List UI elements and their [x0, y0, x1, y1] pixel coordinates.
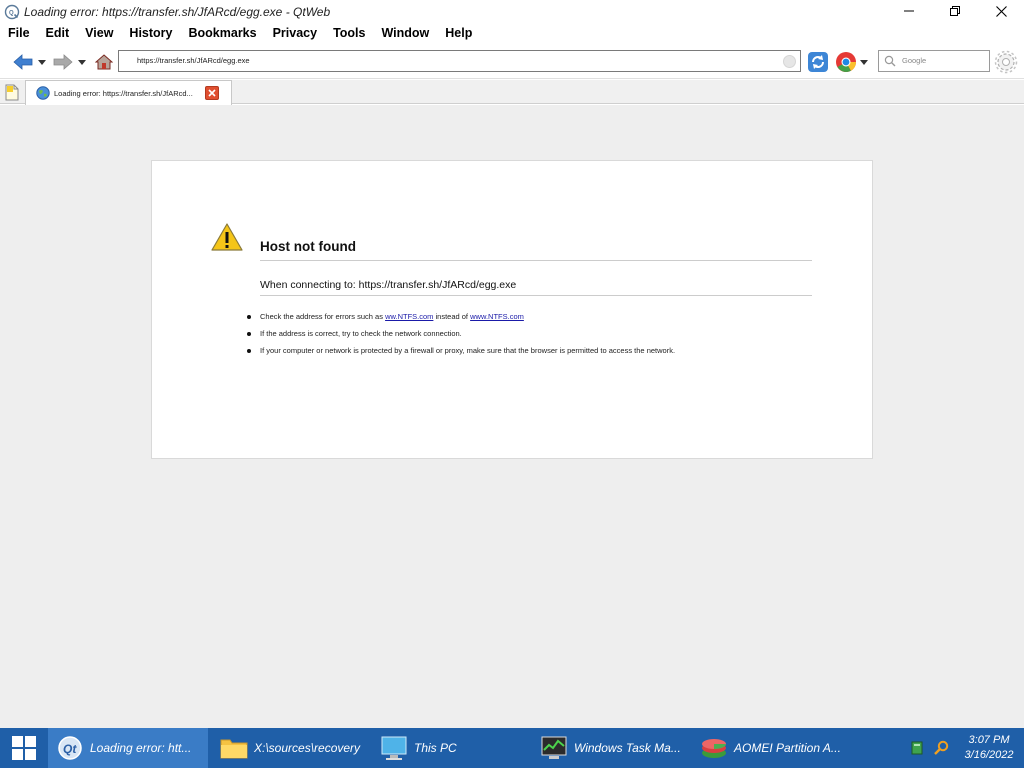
warning-icon — [211, 223, 243, 251]
error-panel: Host not found When connecting to: https… — [151, 160, 873, 459]
taskbar-item-explorer[interactable]: X:\sources\recovery — [212, 728, 372, 768]
taskbar-item-task-manager[interactable]: Windows Task Ma... — [532, 728, 692, 768]
error-title: Host not found — [260, 239, 356, 254]
folder-icon — [220, 735, 248, 761]
clear-address-button[interactable] — [783, 55, 796, 68]
forward-button[interactable] — [52, 52, 74, 72]
tip-text: Check the address for errors such as — [260, 312, 386, 321]
green-app-icon — [911, 741, 923, 755]
menu-edit[interactable]: Edit — [38, 26, 78, 40]
forward-history-dropdown[interactable] — [76, 54, 88, 70]
taskbar-item-label: Windows Task Ma... — [574, 741, 681, 755]
list-item: Check the address for errors such as ww.… — [244, 311, 844, 328]
navigation-toolbar: https://transfer.sh/JfARcd/egg.exe Googl… — [0, 45, 1024, 79]
menu-privacy[interactable]: Privacy — [265, 26, 325, 40]
menu-bookmarks[interactable]: Bookmarks — [181, 26, 265, 40]
home-button[interactable] — [94, 52, 114, 72]
new-page-icon — [5, 84, 18, 101]
restore-button[interactable] — [932, 0, 978, 22]
tray-app-icon[interactable] — [906, 741, 928, 755]
close-icon — [995, 5, 1007, 17]
search-input[interactable]: Google — [878, 50, 990, 72]
list-item: If your computer or network is protected… — [244, 345, 844, 362]
svg-text:Q: Q — [9, 11, 14, 17]
minimize-button[interactable] — [886, 0, 932, 22]
search-placeholder: Google — [902, 56, 927, 65]
menu-tools[interactable]: Tools — [325, 26, 373, 40]
chevron-down-icon — [860, 59, 868, 65]
aomei-icon — [700, 735, 728, 761]
restore-icon — [950, 6, 960, 16]
taskbar-item-label: This PC — [414, 741, 457, 755]
address-bar[interactable]: https://transfer.sh/JfARcd/egg.exe — [118, 50, 801, 72]
qtweb-app-icon: Q — [4, 4, 20, 20]
settings-button[interactable] — [993, 49, 1019, 75]
chrome-icon — [836, 52, 857, 72]
close-tab-button[interactable] — [205, 86, 219, 100]
error-tips-list: Check the address for errors such as ww.… — [244, 311, 844, 362]
menu-history[interactable]: History — [121, 26, 180, 40]
search-icon — [934, 740, 949, 755]
search-icon — [884, 55, 896, 67]
back-button[interactable] — [12, 52, 34, 72]
close-window-button[interactable] — [978, 0, 1024, 22]
user-agent-dropdown[interactable] — [858, 54, 870, 70]
tab-title: Loading error: https://transfer.sh/JfARc… — [54, 88, 193, 98]
example-correct-link[interactable]: www.NTFS.com — [470, 312, 524, 321]
user-agent-button[interactable] — [834, 50, 858, 74]
taskbar-item-aomei[interactable]: AOMEI Partition A... — [692, 728, 852, 768]
taskbar-item-this-pc[interactable]: This PC — [372, 728, 532, 768]
reload-button[interactable] — [806, 50, 830, 74]
globe-icon — [36, 86, 50, 100]
taskbar-item-label: X:\sources\recovery — [254, 741, 361, 755]
minimize-icon — [904, 10, 914, 12]
start-button[interactable] — [0, 728, 48, 768]
refresh-icon — [808, 52, 828, 72]
page-content: Host not found When connecting to: https… — [0, 105, 1024, 728]
system-tray: 3:07 PM 3/16/2022 — [906, 728, 1024, 768]
menu-file[interactable]: File — [0, 26, 38, 40]
clock-time: 3:07 PM — [968, 734, 1010, 746]
tab-loading-error[interactable]: Loading error: https://transfer.sh/JfARc… — [25, 80, 232, 105]
svg-text:Qt: Qt — [63, 742, 77, 756]
taskbar: Qt Loading error: htt... X:\sources\reco… — [0, 728, 1024, 768]
menu-bar: File Edit View History Bookmarks Privacy… — [0, 22, 1024, 44]
task-manager-icon — [540, 735, 568, 761]
menu-view[interactable]: View — [77, 26, 121, 40]
gear-icon — [994, 50, 1018, 74]
error-message: When connecting to: https://transfer.sh/… — [260, 279, 517, 291]
tray-search-button[interactable] — [928, 740, 954, 756]
tip-text: instead of — [433, 312, 471, 321]
home-icon — [95, 54, 113, 70]
close-icon — [208, 89, 216, 97]
chevron-down-icon — [38, 59, 46, 65]
chevron-down-icon — [78, 59, 86, 65]
clock-date: 3/16/2022 — [964, 749, 1014, 761]
system-clock[interactable]: 3:07 PM 3/16/2022 — [954, 733, 1024, 763]
tab-bar: Loading error: https://transfer.sh/JfARc… — [0, 80, 1024, 105]
divider — [260, 260, 812, 261]
menu-window[interactable]: Window — [373, 26, 437, 40]
menu-help[interactable]: Help — [437, 26, 480, 40]
list-item: If the address is correct, try to check … — [244, 328, 844, 345]
new-tab-button[interactable] — [1, 82, 22, 103]
forward-arrow-icon — [53, 54, 73, 70]
divider — [260, 295, 812, 296]
taskbar-item-qtweb[interactable]: Qt Loading error: htt... — [48, 728, 208, 768]
taskbar-item-label: AOMEI Partition A... — [734, 741, 841, 755]
back-arrow-icon — [13, 54, 33, 70]
windows-logo-icon — [12, 736, 36, 760]
address-text: https://transfer.sh/JfARcd/egg.exe — [137, 56, 250, 65]
example-wrong-link[interactable]: ww.NTFS.com — [385, 312, 433, 321]
taskbar-item-label: Loading error: htt... — [90, 741, 192, 755]
window-title: Loading error: https://transfer.sh/JfARc… — [24, 5, 331, 19]
window-titlebar: Q Loading error: https://transfer.sh/JfA… — [0, 0, 1024, 24]
back-history-dropdown[interactable] — [36, 54, 48, 70]
qtweb-icon: Qt — [56, 735, 84, 761]
computer-icon — [380, 735, 408, 761]
